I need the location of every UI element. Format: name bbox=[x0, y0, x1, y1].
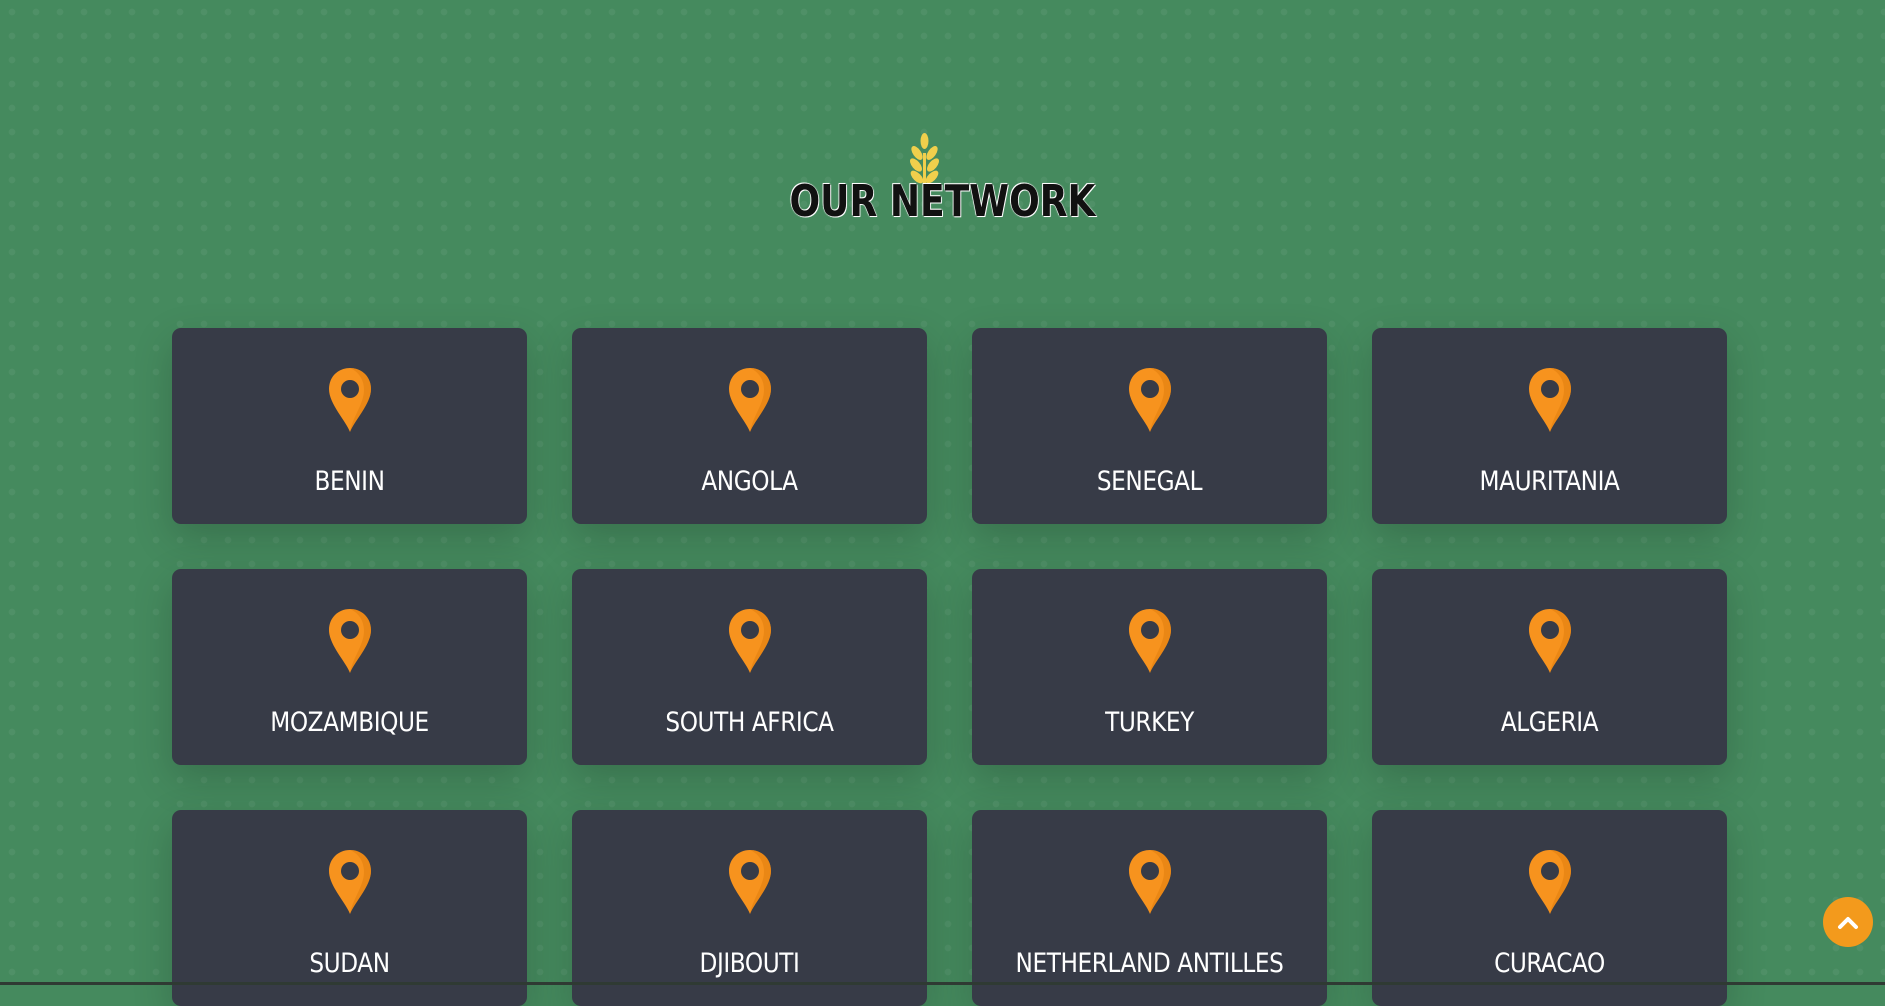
map-pin-icon bbox=[329, 609, 371, 673]
map-pin-icon bbox=[1529, 850, 1571, 914]
location-name: SENEGAL bbox=[1096, 466, 1203, 497]
map-pin-icon bbox=[1529, 368, 1571, 432]
location-name: MOZAMBIQUE bbox=[270, 707, 429, 738]
location-name: SOUTH AFRICA bbox=[665, 707, 834, 738]
map-pin-icon bbox=[1529, 609, 1571, 673]
location-card[interactable]: BENIN bbox=[172, 328, 527, 524]
location-name: ANGOLA bbox=[701, 466, 798, 497]
chevron-up-icon bbox=[1838, 917, 1858, 929]
location-card[interactable]: SOUTH AFRICA bbox=[572, 569, 927, 765]
location-card[interactable]: MAURITANIA bbox=[1372, 328, 1727, 524]
map-pin-icon bbox=[1129, 850, 1171, 914]
location-name: NETHERLAND ANTILLES bbox=[1015, 948, 1284, 979]
location-card[interactable]: MOZAMBIQUE bbox=[172, 569, 527, 765]
location-card[interactable]: SUDAN bbox=[172, 810, 527, 1006]
page-title: OUR NETWORK bbox=[789, 176, 1096, 227]
scroll-to-top-button[interactable] bbox=[1823, 897, 1873, 947]
location-name: DJIBOUTI bbox=[699, 948, 800, 979]
network-grid: BENIN ANGOLA SENEGAL MAURITANIA MOZAMBIQUE SO… bbox=[172, 328, 1727, 1006]
map-pin-icon bbox=[729, 609, 771, 673]
map-pin-icon bbox=[329, 850, 371, 914]
location-card[interactable]: NETHERLAND ANTILLES bbox=[972, 810, 1327, 1006]
location-name: BENIN bbox=[314, 466, 385, 497]
location-name: CURACAO bbox=[1494, 948, 1605, 979]
location-card[interactable]: SENEGAL bbox=[972, 328, 1327, 524]
location-card[interactable]: TURKEY bbox=[972, 569, 1327, 765]
location-card[interactable]: CURACAO bbox=[1372, 810, 1727, 1006]
map-pin-icon bbox=[729, 368, 771, 432]
location-name: TURKEY bbox=[1105, 707, 1194, 738]
map-pin-icon bbox=[329, 368, 371, 432]
map-pin-icon bbox=[729, 850, 771, 914]
location-name: MAURITANIA bbox=[1479, 466, 1620, 497]
location-name: SUDAN bbox=[309, 948, 390, 979]
location-card[interactable]: ALGERIA bbox=[1372, 569, 1727, 765]
map-pin-icon bbox=[1129, 368, 1171, 432]
location-name: ALGERIA bbox=[1500, 707, 1599, 738]
map-pin-icon bbox=[1129, 609, 1171, 673]
location-card[interactable]: DJIBOUTI bbox=[572, 810, 927, 1006]
location-card[interactable]: ANGOLA bbox=[572, 328, 927, 524]
